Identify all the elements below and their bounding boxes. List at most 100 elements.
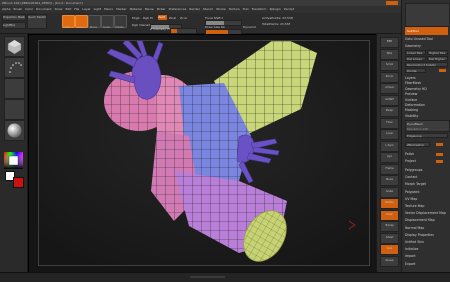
- panel-item-preview[interactable]: Preview: [405, 92, 448, 97]
- shelf-button-ghost[interactable]: Ghost: [380, 232, 399, 244]
- menu-item-edit[interactable]: Edit: [65, 7, 71, 11]
- menu-item-texture[interactable]: Texture: [229, 7, 240, 11]
- rgb-toggle[interactable]: Rgb: [143, 16, 149, 20]
- menu-item-marker[interactable]: Marker: [116, 7, 126, 11]
- zcut-toggle[interactable]: Zcut: [180, 16, 187, 20]
- dynamesh-section[interactable]: DynaMesh Resolution 128: [405, 120, 450, 132]
- shelf-button-zoom[interactable]: Zoom: [380, 71, 399, 83]
- material-selector[interactable]: [4, 120, 25, 141]
- brush-selector[interactable]: [4, 36, 25, 57]
- lightbox-button[interactable]: LightBox: [2, 22, 26, 29]
- panel-item-polygroups[interactable]: Polygroups: [405, 168, 448, 173]
- menu-item-stroke[interactable]: Stroke: [216, 7, 226, 11]
- zsub-toggle[interactable]: Zsub: [169, 16, 176, 20]
- project-toggle[interactable]: [436, 160, 443, 163]
- panel-item-geometry-hd[interactable]: Geometry HD: [405, 87, 448, 92]
- shelf-button-spix[interactable]: SPix: [380, 48, 399, 60]
- menu-item-color[interactable]: Color: [25, 7, 33, 11]
- shelf-button-aahalf[interactable]: AAHalf: [380, 94, 399, 106]
- zremesher-toggle[interactable]: [436, 143, 443, 146]
- color-picker[interactable]: [4, 152, 23, 169]
- shelf-button-scale[interactable]: Scale: [380, 186, 399, 198]
- geometry-header[interactable]: Geometry: [405, 44, 448, 49]
- menu-item-render[interactable]: Render: [189, 7, 200, 11]
- dynamic-toggle[interactable]: Dynamic: [243, 25, 256, 29]
- shelf-button-bpr[interactable]: BPR: [380, 37, 399, 48]
- shelf-button-scroll[interactable]: Scroll: [380, 60, 399, 71]
- projection-master-button[interactable]: Projection Master: [2, 14, 26, 21]
- menu-item-file[interactable]: File: [74, 7, 79, 11]
- menu-item-zplugin[interactable]: Zplugin: [269, 7, 280, 11]
- quicksave-button[interactable]: [386, 1, 398, 5]
- del-higher-button[interactable]: Del Higher: [427, 56, 448, 61]
- shelf-button-local[interactable]: Local: [380, 129, 399, 140]
- panel-item-contact[interactable]: Contact: [405, 175, 448, 180]
- menu-item-movie[interactable]: Movie: [145, 7, 154, 11]
- edgeloop-button[interactable]: EdgeLoop: [405, 133, 448, 138]
- panel-item-unified-skin[interactable]: Unified Skin: [405, 240, 448, 245]
- panel-item-texture-map[interactable]: Texture Map: [405, 204, 448, 209]
- menu-item-draw[interactable]: Draw: [55, 7, 63, 11]
- document-canvas[interactable]: [38, 40, 370, 266]
- menu-item-layer[interactable]: Layer: [82, 7, 90, 11]
- shelf-button-floor[interactable]: Floor: [380, 117, 399, 129]
- panel-item-vector-displacement-map[interactable]: Vector Displacement Map: [405, 211, 448, 216]
- divide-button[interactable]: Divide: [405, 68, 426, 73]
- shelf-button-polyf[interactable]: PolyF: [380, 209, 399, 221]
- tool-thumbnails[interactable]: [405, 3, 450, 27]
- shelf-button-actual[interactable]: Actual: [380, 83, 399, 94]
- shelf-button-move[interactable]: Move: [380, 175, 399, 186]
- lower-res-button[interactable]: Lower Res: [405, 50, 426, 55]
- shelf-button-solo[interactable]: Solo: [380, 244, 399, 255]
- polish-toggle[interactable]: [436, 153, 443, 156]
- panel-item-layers[interactable]: Layers: [405, 76, 448, 81]
- panel-item-fibermesh[interactable]: FiberMesh: [405, 81, 448, 86]
- menu-item-macro[interactable]: Macro: [104, 7, 113, 11]
- mrgb-toggle[interactable]: Mrgb: [132, 16, 140, 20]
- panel-item-import[interactable]: Import: [405, 254, 448, 259]
- menu-item-material[interactable]: Material: [130, 7, 142, 11]
- panel-item-initialize[interactable]: Initialize: [405, 247, 448, 252]
- menu-item-zscript[interactable]: Zscript: [284, 7, 294, 11]
- subtool-header[interactable]: SubTool: [405, 27, 448, 35]
- panel-item-display-properties[interactable]: Display Properties: [405, 233, 448, 238]
- quick-sketch-button[interactable]: Quick Sketch: [27, 14, 47, 29]
- panel-item-normal-map[interactable]: Normal Map: [405, 226, 448, 231]
- texture-selector[interactable]: [4, 99, 25, 120]
- panel-item-morph-target[interactable]: Morph Target: [405, 182, 448, 187]
- shelf-button-xpose[interactable]: Xpose: [380, 255, 399, 267]
- goto-unused-tool[interactable]: Goto Unused Tool: [405, 37, 448, 42]
- shelf-button-frame[interactable]: Frame: [380, 163, 399, 175]
- reconstruct-subdiv-button[interactable]: Reconstruct Subdiv: [405, 62, 448, 67]
- panel-item-surface[interactable]: Surface: [405, 98, 448, 103]
- alpha-selector[interactable]: [4, 78, 25, 99]
- panel-item-uv-map[interactable]: UV Map: [405, 197, 448, 202]
- shelf-button-rotate[interactable]: Rotate: [380, 198, 399, 209]
- menu-item-alpha[interactable]: Alpha: [2, 7, 11, 11]
- secondary-color-swatch[interactable]: [13, 177, 24, 188]
- panel-item-deformation[interactable]: Deformation: [405, 103, 448, 108]
- menu-item-picker[interactable]: Picker: [157, 7, 166, 11]
- panel-item-polypaint[interactable]: Polypaint: [405, 190, 448, 195]
- menu-item-tool[interactable]: Tool: [243, 7, 249, 11]
- zadd-toggle[interactable]: Zadd: [158, 15, 167, 20]
- menu-item-light[interactable]: Light: [94, 7, 102, 11]
- menu-item-transform[interactable]: Transform: [252, 7, 267, 11]
- del-lower-button[interactable]: Del Lower: [405, 56, 426, 61]
- shelf-button-persp[interactable]: Persp: [380, 106, 399, 117]
- menu-item-stencil[interactable]: Stencil: [203, 7, 213, 11]
- zremesher-button[interactable]: ZRemesher: [405, 142, 430, 147]
- menu-item-document[interactable]: Document: [36, 7, 52, 11]
- panel-item-visibility[interactable]: Visibility: [405, 114, 448, 119]
- panel-item-export[interactable]: Export: [405, 262, 448, 267]
- menu-item-brush[interactable]: Brush: [14, 7, 23, 11]
- panel-item-displacement-map[interactable]: Displacement Map: [405, 218, 448, 223]
- higher-res-button[interactable]: Higher Res: [427, 50, 448, 55]
- smt-toggle[interactable]: [439, 69, 446, 72]
- m-toggle[interactable]: M: [150, 16, 153, 20]
- stroke-selector[interactable]: [4, 57, 25, 78]
- shelf-button-lsym[interactable]: L.Sym: [380, 140, 399, 152]
- panel-item-masking[interactable]: Masking: [405, 108, 448, 113]
- shelf-button-xyz[interactable]: Xyz: [380, 152, 399, 163]
- menu-item-preferences[interactable]: Preferences: [169, 7, 187, 11]
